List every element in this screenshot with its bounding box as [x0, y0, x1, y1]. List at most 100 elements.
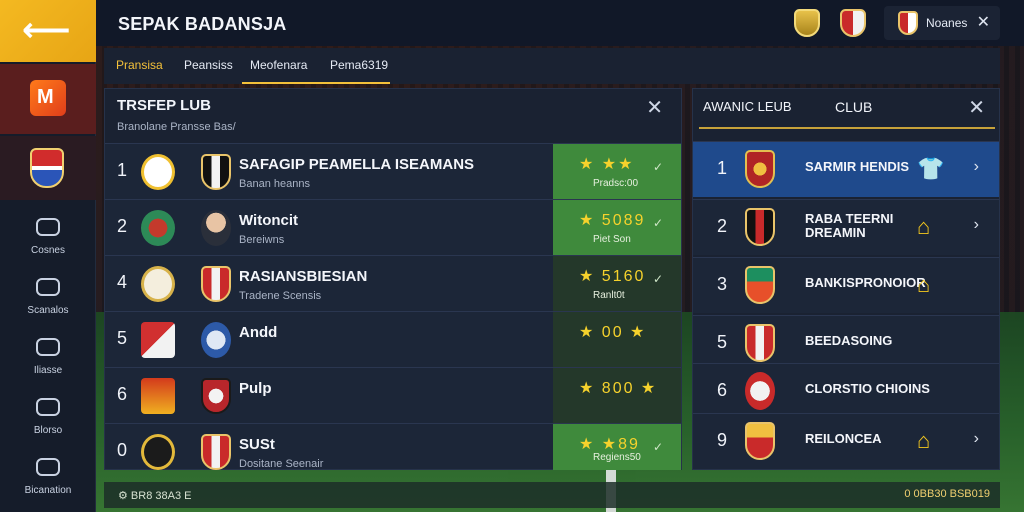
sidebar-item-5[interactable]: Bicanation [0, 450, 96, 508]
club-name: SUSt [239, 436, 275, 453]
rating-cell[interactable]: ★ 800 ★ [553, 368, 681, 424]
club-sub: Banan heanns [239, 178, 310, 190]
club-crest-icon [745, 422, 775, 460]
club-name: BEEDASOING [805, 333, 893, 348]
club-crest-icon [141, 154, 175, 190]
sidebar-item-1[interactable]: Cosnes [0, 210, 96, 268]
trophy-badge-icon[interactable] [794, 9, 820, 37]
panel-title-right: CLUB [835, 99, 873, 115]
club-sub: Bereiwns [239, 234, 285, 246]
sidebar-item-icon [36, 218, 60, 236]
club-crest-icon [141, 378, 175, 414]
club-sub: Dositane Seenair [239, 458, 324, 470]
club-badge-icon[interactable] [840, 9, 866, 37]
list-item[interactable]: 1 SARMIR HENDIS 👕 › [693, 141, 999, 197]
panel-title-underline [699, 127, 995, 129]
table-row[interactable]: 0 SUSt Dositane Seenair ★ ★89 Regiens50 … [105, 423, 681, 470]
sidebar-item-icon [36, 338, 60, 356]
back-button[interactable]: ⟵ [0, 0, 96, 62]
club-crest-tile[interactable] [0, 136, 96, 200]
table-row[interactable]: 1 SAFAGIP PEAMELLA ISEAMANS Banan heanns… [105, 143, 681, 200]
club-name: SAFAGIP PEAMELLA ISEAMANS [239, 156, 475, 173]
chevron-right-icon[interactable]: › [974, 216, 979, 234]
table-row[interactable]: 6 Pulp ★ 800 ★ [105, 367, 681, 424]
sidebar-item-icon [36, 458, 60, 476]
footer-left-text: ⚙ BR8 38A3 E [118, 490, 192, 502]
close-icon[interactable]: ✕ [977, 12, 990, 32]
footer-bar: ⚙ BR8 38A3 E 0 0BB30 BSB019 [104, 482, 1000, 508]
shirt-icon: 👕 [917, 156, 945, 181]
club-crest-icon [201, 434, 231, 470]
club-crest-icon [141, 434, 175, 470]
star-rating: ★ 5089 [579, 212, 646, 229]
tab-bar: Pransisa Peansiss Meofenara Pema6319 [104, 48, 1000, 84]
rating-cell[interactable]: ★ 5160 Ranlt0t ✓ [553, 256, 681, 312]
footer-right-text: 0 0BB30 BSB019 [904, 488, 990, 500]
tab-4[interactable]: Pema6319 [330, 58, 388, 72]
row-rank: 4 [117, 272, 128, 292]
row-rank: 0 [117, 440, 128, 460]
player-avatar [201, 210, 231, 246]
club-crest-icon [201, 266, 231, 302]
club-crest-icon [745, 372, 775, 410]
close-icon[interactable]: ✕ [968, 95, 985, 120]
rating-cell[interactable]: ★ 00 ★ [553, 312, 681, 368]
club-crest-icon [745, 150, 775, 188]
notification-pill[interactable]: Noanes ✕ [884, 6, 1000, 40]
row-rank: 9 [717, 430, 728, 450]
check-icon: ✓ [652, 160, 663, 174]
row-rank: 6 [117, 384, 128, 404]
tab-3[interactable]: Meofenara [250, 58, 307, 72]
back-arrow-icon: ⟵ [22, 11, 71, 49]
table-row[interactable]: 2 Witoncit Bereiwns ★ 5089 Piet Son ✓ [105, 199, 681, 256]
page-title: SEPAK BADANSJA [118, 14, 287, 34]
club-name: CLORSTIO CHIOINS [805, 381, 930, 396]
chevron-right-icon[interactable]: › [974, 430, 979, 448]
list-item[interactable]: 9 REILONCEA ⌂ › [693, 413, 999, 469]
transfer-club-panel: TRSFEP LUB Branolane Pransse Bas/ ✕ 1 SA… [104, 88, 682, 470]
app-logo-tile[interactable]: M [0, 64, 96, 134]
house-icon: ⌂ [917, 428, 931, 453]
club-name: RASIANSBIESIAN [239, 268, 368, 285]
table-row[interactable]: 5 Andd ★ 00 ★ [105, 311, 681, 368]
close-icon[interactable]: ✕ [646, 95, 663, 120]
house-icon: ⌂ [917, 272, 931, 297]
club-name: REILONCEA [805, 431, 882, 446]
sidebar-item-3[interactable]: Iliasse [0, 330, 96, 388]
row-rank: 1 [117, 160, 128, 180]
sidebar-item-icon [36, 398, 60, 416]
list-item[interactable]: 6 CLORSTIO CHIOINS [693, 363, 999, 419]
club-name: Andd [239, 324, 278, 341]
row-rank: 2 [117, 216, 128, 236]
rating-cell[interactable]: ★ 5089 Piet Son ✓ [553, 200, 681, 256]
list-item[interactable]: 2 RABA TEERNI DREAMIN ⌂ › [693, 199, 999, 255]
rating-cell[interactable]: ★ ★★ Pradsc:00 ✓ [553, 144, 681, 200]
tab-2[interactable]: Peansiss [184, 58, 233, 72]
row-rank: 2 [717, 216, 728, 236]
panel-title-left: AWANIC LEUB [703, 99, 792, 114]
notification-text: Noanes [926, 16, 968, 30]
sidebar-item-label: Scanalos [27, 305, 69, 316]
panel-subtitle: Branolane Pransse Bas/ [117, 121, 236, 133]
panel-title: TRSFEP LUB [117, 97, 211, 114]
sidebar-item-label: Cosnes [31, 245, 65, 256]
rating-cell[interactable]: ★ ★89 Regiens50 ✓ [553, 424, 681, 470]
app-logo-icon: M [30, 80, 66, 116]
rating-value: Piet Son [593, 234, 631, 245]
club-crest-icon [201, 322, 231, 358]
row-rank: 6 [717, 380, 728, 400]
club-sub: Tradene Scensis [239, 290, 322, 302]
notification-crest-icon [898, 11, 918, 35]
sidebar-item-2[interactable]: Scanalos [0, 270, 96, 328]
sidebar-item-label: Bicanation [24, 485, 72, 496]
tab-1[interactable]: Pransisa [116, 58, 163, 72]
sidebar-item-4[interactable]: Blorso [0, 390, 96, 448]
club-crest-icon [745, 208, 775, 246]
chevron-right-icon[interactable]: › [974, 158, 979, 176]
club-crest-icon [745, 324, 775, 362]
club-crest-icon [745, 266, 775, 304]
list-item[interactable]: 3 BANKISPRONOIOR ⌂ [693, 257, 999, 313]
club-name: BANKISPRONOIOR [805, 275, 926, 290]
row-rank: 3 [717, 274, 728, 294]
table-row[interactable]: 4 RASIANSBIESIAN Tradene Scensis ★ 5160 … [105, 255, 681, 312]
